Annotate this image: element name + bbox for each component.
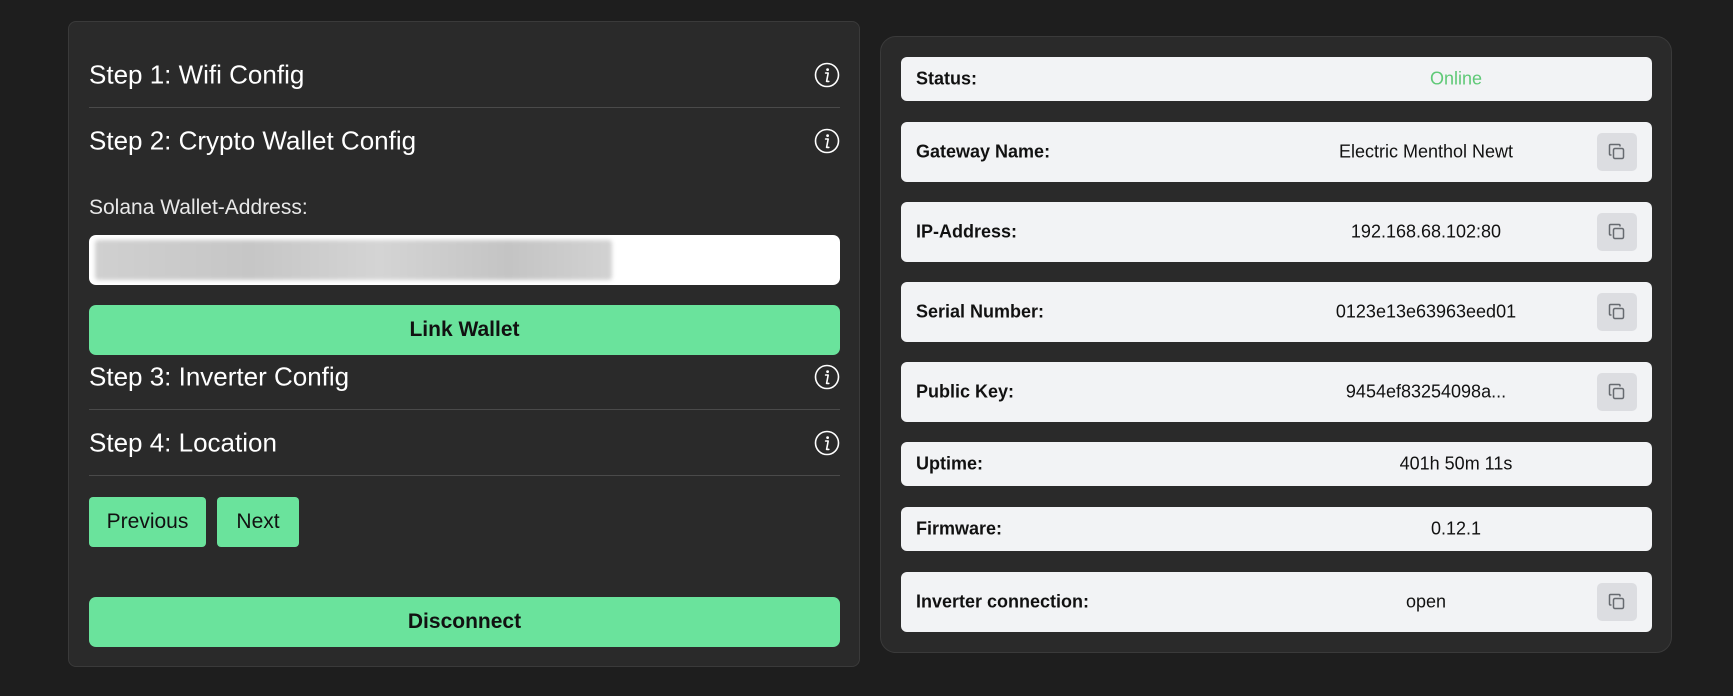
copy-icon [1608,223,1625,240]
row-label: Inverter connection: [916,591,1090,612]
info-row-ip-address: IP-Address: 192.168.68.102:80 [901,202,1652,262]
wallet-address-label: Solana Wallet-Address: [89,196,308,219]
info-icon[interactable] [814,364,840,390]
copy-button[interactable] [1597,373,1637,411]
step-title: Step 3: Inverter Config [89,361,350,391]
status-value: Online [1429,68,1483,89]
step-title[interactable]: Step 2: Crypto Wallet Config [89,126,416,157]
info-row-inverter-connection: Inverter connection: open [901,572,1652,632]
wallet-address-input[interactable] [89,235,840,285]
row-label: Firmware: [916,518,1003,539]
step-wifi-config[interactable]: Step 1: Wifi Config [89,42,840,108]
uptime-value: 401h 50m 11s [1399,453,1513,474]
row-label: Uptime: [916,453,983,474]
firmware-value: 0.12.1 [1430,518,1482,539]
row-label: IP-Address: [916,221,1018,242]
next-button[interactable]: Next [217,497,299,547]
step-location[interactable]: Step 4: Location [89,410,840,476]
copy-button[interactable] [1597,293,1637,331]
previous-button[interactable]: Previous [89,497,206,547]
step-crypto-wallet-config: Step 2: Crypto Wallet Config Solana Wall… [89,108,840,355]
copy-button[interactable] [1597,583,1637,621]
info-icon[interactable] [814,128,840,154]
gateway-name-value: Electric Menthol Newt [1338,141,1514,162]
device-info-panel: Status: Online Gateway Name: Electric Me… [880,36,1672,653]
copy-button[interactable] [1597,213,1637,251]
row-label: Serial Number: [916,301,1045,322]
step-inverter-config[interactable]: Step 3: Inverter Config [89,344,840,410]
public-key-value: 9454ef83254098a... [1345,381,1507,402]
info-row-uptime: Uptime: 401h 50m 11s [901,442,1652,486]
copy-icon [1608,303,1625,320]
info-row-public-key: Public Key: 9454ef83254098a... [901,362,1652,422]
page: Step 1: Wifi Config Step 2: Crypto Walle… [0,0,1733,696]
copy-icon [1608,383,1625,400]
ip-address-value: 192.168.68.102:80 [1350,221,1502,242]
copy-button[interactable] [1597,133,1637,171]
inverter-connection-value: open [1405,591,1447,612]
info-row-status: Status: Online [901,57,1652,101]
setup-wizard-panel: Step 1: Wifi Config Step 2: Crypto Walle… [68,21,860,667]
serial-number-value: 0123e13e63963eed01 [1335,301,1517,322]
info-icon[interactable] [814,430,840,456]
info-row-serial-number: Serial Number: 0123e13e63963eed01 [901,282,1652,342]
step-title: Step 1: Wifi Config [89,59,305,89]
redacted-wallet-address [95,240,612,280]
info-icon[interactable] [814,62,840,88]
step-title: Step 4: Location [89,427,277,457]
info-row-gateway-name: Gateway Name: Electric Menthol Newt [901,122,1652,182]
copy-icon [1608,593,1625,610]
disconnect-button[interactable]: Disconnect [89,597,840,647]
row-label: Status: [916,68,978,89]
info-row-firmware: Firmware: 0.12.1 [901,507,1652,551]
copy-icon [1608,143,1625,160]
row-label: Public Key: [916,381,1015,402]
row-label: Gateway Name: [916,141,1051,162]
